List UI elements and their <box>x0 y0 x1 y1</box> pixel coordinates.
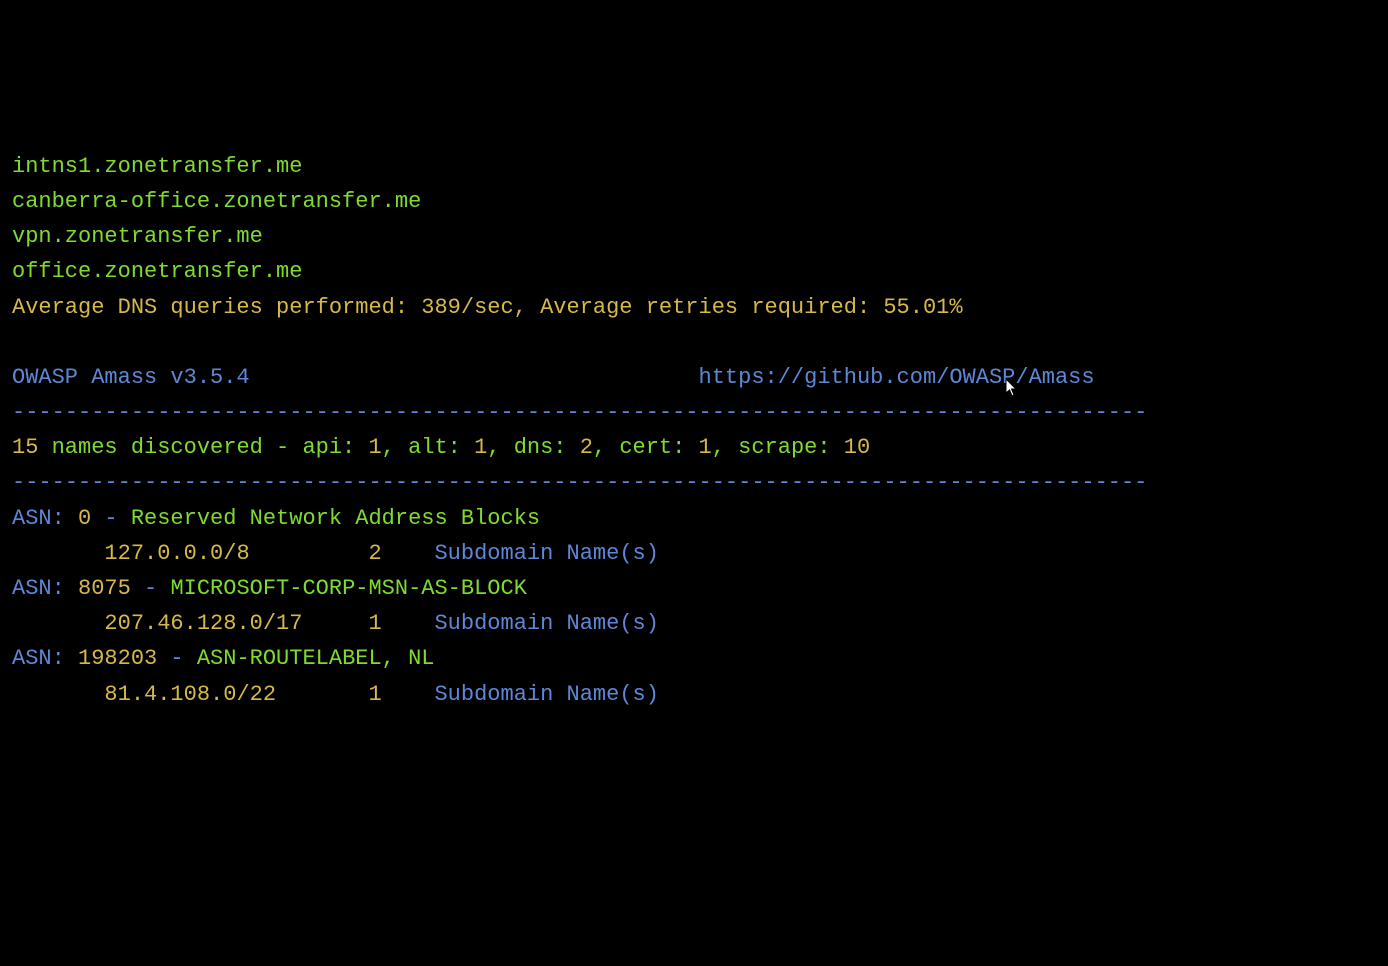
asn-label: ASN: <box>12 506 78 531</box>
terminal-output: intns1.zonetransfer.me canberra-office.z… <box>12 149 1376 712</box>
dns-stats-line: Average DNS queries performed: 389/sec, … <box>12 295 963 320</box>
asn-dash: - <box>131 576 171 601</box>
summary-text: names discovered - api: <box>38 435 368 460</box>
subdomain-line: vpn.zonetransfer.me <box>12 224 263 249</box>
summary-sep: , alt: <box>382 435 474 460</box>
product-url: https://github.com/OWASP/Amass <box>699 365 1095 390</box>
asn-suffix: Subdomain Name(s) <box>434 611 658 636</box>
asn-block: 127.0.0.0/8 <box>104 541 368 566</box>
asn-block-prefix <box>12 611 104 636</box>
subdomain-line: office.zonetransfer.me <box>12 259 302 284</box>
asn-block-prefix <box>12 682 104 707</box>
asn-number: 0 <box>78 506 91 531</box>
summary-api: 1 <box>368 435 381 460</box>
asn-label: ASN: <box>12 576 78 601</box>
asn-name: ASN-ROUTELABEL, NL <box>197 646 435 671</box>
subdomain-line: canberra-office.zonetransfer.me <box>12 189 421 214</box>
product-name: OWASP Amass v3.5.4 <box>12 365 250 390</box>
summary-scrape: 10 <box>844 435 870 460</box>
divider-line: ----------------------------------------… <box>12 470 1147 495</box>
asn-dash: - <box>157 646 197 671</box>
summary-sep: , scrape: <box>712 435 844 460</box>
divider-line: ----------------------------------------… <box>12 400 1147 425</box>
asn-name: Reserved Network Address Blocks <box>131 506 540 531</box>
summary-sep: , cert: <box>593 435 699 460</box>
summary-alt: 1 <box>474 435 487 460</box>
asn-label: ASN: <box>12 646 78 671</box>
asn-count: 1 <box>368 611 434 636</box>
asn-block-prefix <box>12 541 104 566</box>
asn-suffix: Subdomain Name(s) <box>434 541 658 566</box>
asn-block: 207.46.128.0/17 <box>104 611 368 636</box>
asn-dash: - <box>91 506 131 531</box>
subdomain-line: intns1.zonetransfer.me <box>12 154 302 179</box>
asn-number: 8075 <box>78 576 131 601</box>
asn-count: 1 <box>368 682 434 707</box>
asn-name: MICROSOFT-CORP-MSN-AS-BLOCK <box>170 576 526 601</box>
summary-count: 15 <box>12 435 38 460</box>
asn-suffix: Subdomain Name(s) <box>434 682 658 707</box>
summary-dns: 2 <box>580 435 593 460</box>
asn-number: 198203 <box>78 646 157 671</box>
summary-sep: , dns: <box>487 435 579 460</box>
asn-block: 81.4.108.0/22 <box>104 682 368 707</box>
summary-cert: 1 <box>699 435 712 460</box>
header-spacing <box>250 365 699 390</box>
asn-count: 2 <box>368 541 434 566</box>
